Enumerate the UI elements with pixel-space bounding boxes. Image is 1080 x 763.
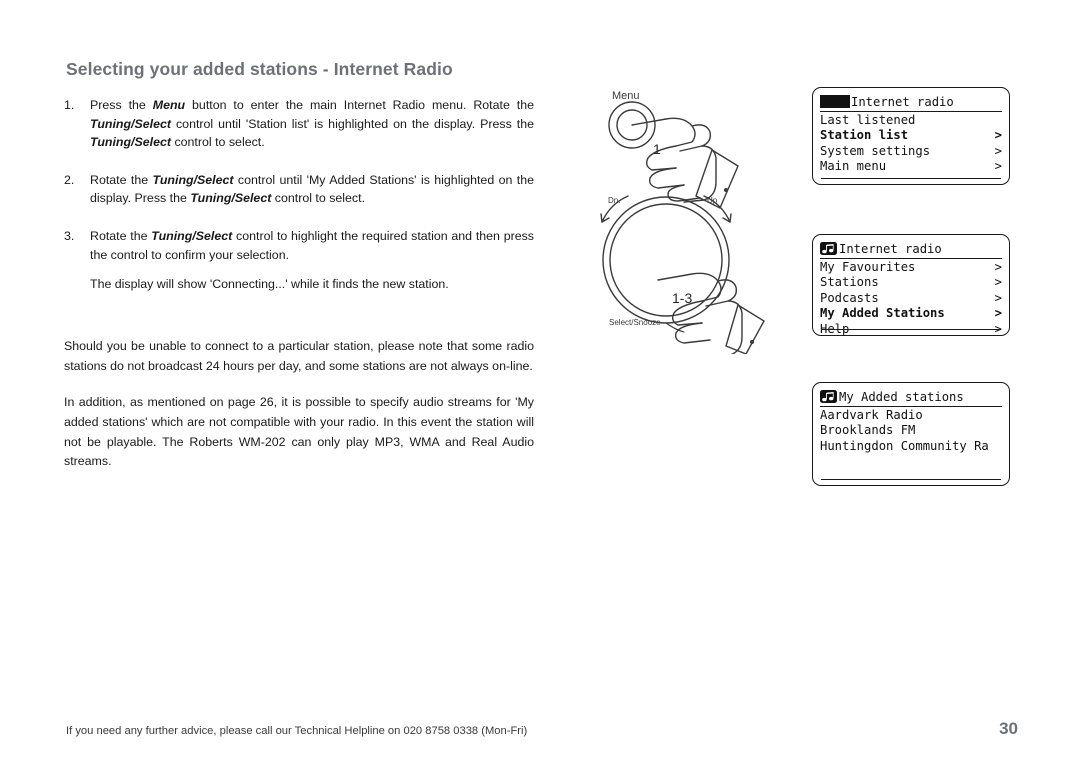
lcd-menu-item[interactable]: Huntingdon Community Ra [820,439,1002,454]
lcd-header: Internet radio [820,240,1002,259]
instruction-list: 1. Press the Menu button to enter the mai… [64,96,534,313]
block-cursor-icon [820,95,850,108]
lcd-display-2: Internet radio My Favourites > Stations > Pod… [812,234,1010,336]
lcd-menu-list: Aardvark Radio Brooklands FM Huntingdon Co… [820,408,1002,454]
lcd-menu-item[interactable]: Aardvark Radio [820,408,1002,423]
step-marker-menu: 1 [653,141,661,157]
instruction-step: 2. Rotate the Tuning/Select control until… [64,171,534,208]
lcd-header-text: Internet radio [851,94,954,109]
lcd-baseline [821,178,1001,179]
music-note-icon [820,390,837,403]
note-paragraph-2: In addition, as mentioned on page 26, it… [64,395,534,469]
note-paragraph-1: Should you be unable to connect to a par… [64,339,534,373]
chevron-right-icon: > [994,275,1002,290]
page-title: Selecting your added stations - Internet… [66,58,453,79]
lcd-menu-item[interactable]: My Added Stations > [820,306,1002,321]
lcd-menu-item-label: Station list [820,128,909,143]
step-text: Rotate the Tuning/Select control to high… [90,228,534,262]
chevron-right-icon: > [994,159,1002,174]
lcd-menu-list: My Favourites > Stations > Podcasts > My Added… [820,260,1002,337]
page-number: 30 [999,719,1018,738]
step-note: The display will show 'Connecting...' wh… [90,277,449,292]
instruction-step: 3. Rotate the Tuning/Select control to hi… [64,227,534,294]
lcd-menu-item-label: Last listened [820,113,916,127]
lcd-menu-item[interactable]: Stations > [820,275,1002,290]
lcd-baseline [821,329,1001,330]
lcd-menu-item-label: My Favourites [820,260,916,274]
manual-page: Selecting your added stations - Internet… [0,0,1080,763]
dial-down-label: Dn. [608,196,621,205]
dial-up-label: Up [707,196,718,205]
chevron-right-icon: > [994,128,1002,143]
lcd-display-1: Internet radio Last listened Station list >… [812,87,1010,185]
chevron-right-icon: > [994,306,1002,321]
lcd-menu-item[interactable]: Podcasts > [820,291,1002,306]
control-illustrations: Menu Dn. Up Select/Snooze 1 1-3 [580,84,780,354]
lcd-header-text: Internet radio [839,241,942,256]
lcd-display-3: My Added stations Aardvark Radio Brookland… [812,382,1010,486]
instruction-step: 1. Press the Menu button to enter the mai… [64,96,534,152]
lcd-menu-item-label: Stations [820,275,879,290]
step-text: Rotate the Tuning/Select control until '… [90,172,534,206]
lcd-menu-item-label: System settings [820,143,931,158]
lcd-baseline [821,479,1001,480]
lcd-menu-item[interactable]: Brooklands FM [820,423,1002,438]
step-marker-dial: 1-3 [672,290,693,306]
menu-button-label: Menu [612,90,640,102]
lcd-menu-list: Last listened Station list > System setting… [820,113,1002,175]
step-number: 1. [64,98,75,112]
lcd-menu-item[interactable]: My Favourites > [820,260,1002,275]
chevron-right-icon: > [994,290,1002,305]
lcd-menu-item-label: Aardvark Radio [820,408,923,422]
dial-select-label: Select/Snooze [609,318,661,327]
step-number: 3. [64,228,75,243]
music-note-icon [820,242,837,255]
lcd-header-text: My Added stations [839,389,964,404]
lcd-menu-item[interactable]: Station list > [820,128,1002,143]
lcd-menu-item-label: Podcasts [820,290,879,305]
lcd-menu-item[interactable]: Main menu > [820,159,1002,174]
chevron-right-icon: > [994,260,1002,274]
step-number: 2. [64,172,75,187]
chevron-right-icon: > [994,143,1002,158]
lcd-menu-item[interactable]: Last listened [820,113,1002,128]
step-text: Press the Menu button to enter the main … [90,98,534,150]
lcd-header: Internet radio [820,93,1002,112]
lcd-menu-item-label: Main menu [820,159,887,174]
lcd-menu-item-label: Huntingdon Community Ra [820,438,989,453]
lcd-menu-item-label: My Added Stations [820,306,945,321]
footer-helpline: If you need any further advice, please c… [66,725,528,737]
illustration-drawing [600,101,765,354]
lcd-header: My Added stations [820,388,1002,407]
lcd-menu-item[interactable]: System settings > [820,144,1002,159]
lcd-menu-item-label: Brooklands FM [820,423,916,438]
